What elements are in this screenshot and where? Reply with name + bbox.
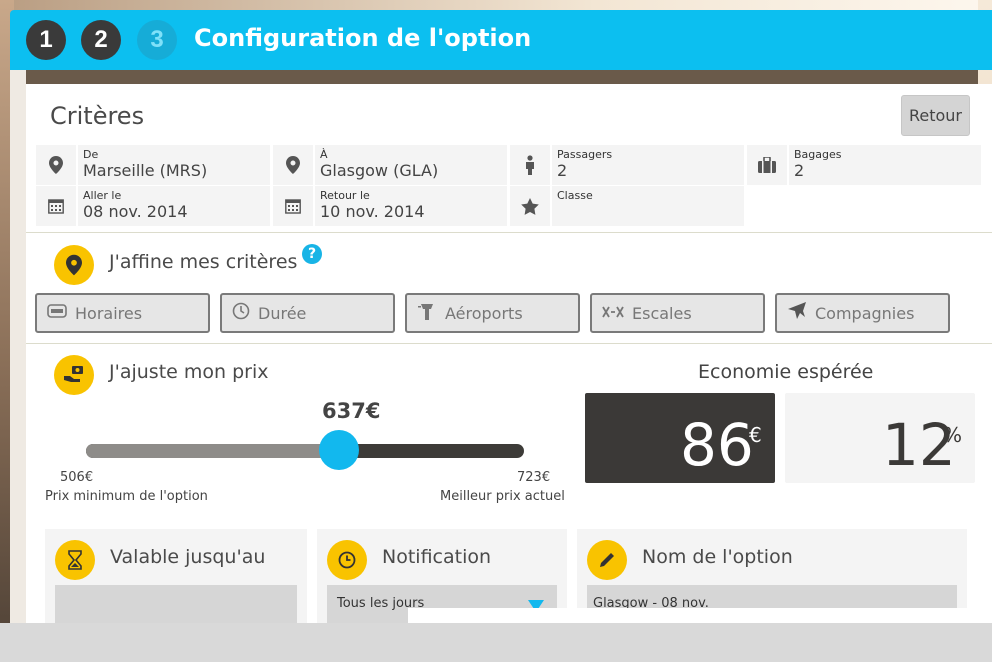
valid-until-title: Valable jusqu'au <box>110 546 266 568</box>
step-2-badge[interactable]: 2 <box>81 20 121 60</box>
savings-currency: € <box>749 423 762 447</box>
refine-title: J'affine mes critères <box>109 251 298 273</box>
price-slider-track[interactable] <box>86 444 524 458</box>
current-price-value: 637€ <box>322 399 381 423</box>
step-1-badge[interactable]: 1 <box>26 20 66 60</box>
return-date-field: Retour le 10 nov. 2014 <box>273 186 507 226</box>
filter-horaires-label: Horaires <box>75 303 143 323</box>
option-config-card: Critères Retour De Marseille (MRS) À Gla… <box>26 84 992 624</box>
class-label: Classe <box>557 189 593 202</box>
passengers-label: Passagers <box>557 148 613 161</box>
to-label: À <box>320 148 328 161</box>
location-pin-icon <box>273 145 313 185</box>
from-value: Marseille (MRS) <box>83 161 208 180</box>
step-header: 1 2 3 Configuration de l'option <box>10 10 992 70</box>
back-button[interactable]: Retour <box>901 95 970 136</box>
filter-duree-button[interactable]: Durée <box>220 293 395 333</box>
filter-compagnies-label: Compagnies <box>815 303 915 323</box>
airplane-icon <box>787 301 807 325</box>
savings-title: Economie espérée <box>698 361 874 383</box>
hourglass-icon <box>55 540 95 580</box>
min-price-value: 506€ <box>60 470 94 485</box>
section-divider <box>26 343 992 344</box>
filter-compagnies-button[interactable]: Compagnies <box>775 293 950 333</box>
calendar-icon <box>36 186 76 226</box>
page-title: Configuration de l'option <box>194 24 532 52</box>
star-icon <box>510 186 550 226</box>
location-pin-icon <box>54 245 94 285</box>
baggage-label: Bagages <box>794 148 842 161</box>
from-field: De Marseille (MRS) <box>36 145 270 185</box>
overlay-strip <box>408 608 992 623</box>
from-label: De <box>83 148 99 161</box>
savings-percent-sign: % <box>943 423 963 447</box>
savings-amount-box: 86 € <box>585 393 775 483</box>
baggage-field: Bagages 2 <box>747 145 981 185</box>
depart-date-field: Aller le 08 nov. 2014 <box>36 186 270 226</box>
help-icon[interactable]: ? <box>302 244 322 264</box>
filter-duree-label: Durée <box>258 303 307 323</box>
notification-title: Notification <box>382 546 492 568</box>
filter-escales-button[interactable]: Escales <box>590 293 765 333</box>
passengers-field: Passagers 2 <box>510 145 744 185</box>
max-price-value: 723€ <box>517 470 551 485</box>
filter-aeroports-label: Aéroports <box>445 303 523 323</box>
to-field: À Glasgow (GLA) <box>273 145 507 185</box>
min-price-label: Prix minimum de l'option <box>45 489 208 504</box>
option-name-title: Nom de l'option <box>642 546 793 568</box>
background-gutter <box>10 70 26 630</box>
filter-horaires-button[interactable]: Horaires <box>35 293 210 333</box>
suitcase-icon <box>747 145 787 185</box>
to-value: Glasgow (GLA) <box>320 161 439 180</box>
person-icon <box>510 145 550 185</box>
clock-schedule-icon <box>47 303 67 323</box>
return-label: Retour le <box>320 189 370 202</box>
criteria-title: Critères <box>50 102 145 130</box>
depart-label: Aller le <box>83 189 122 202</box>
price-slider-fill <box>86 444 340 458</box>
valid-until-panel: Valable jusqu'au <box>45 529 307 624</box>
passengers-value: 2 <box>557 161 568 180</box>
pencil-icon <box>587 540 627 580</box>
calendar-icon <box>273 186 313 226</box>
stopover-icon <box>602 304 624 323</box>
timer-icon <box>232 302 250 324</box>
valid-until-input[interactable] <box>55 585 297 623</box>
savings-amount-value: 86 <box>680 411 754 479</box>
filter-escales-label: Escales <box>632 303 692 323</box>
money-hand-icon <box>54 355 94 395</box>
location-pin-icon <box>36 145 76 185</box>
bottom-overlay-bar <box>0 623 992 662</box>
savings-percent-box: 12 % <box>785 393 975 483</box>
price-slider-handle[interactable] <box>319 430 360 470</box>
depart-value: 08 nov. 2014 <box>83 202 188 221</box>
baggage-value: 2 <box>794 161 805 180</box>
max-price-label: Meilleur prix actuel <box>440 489 565 504</box>
control-tower-icon <box>417 301 437 325</box>
price-title: J'ajuste mon prix <box>109 361 269 383</box>
clock-icon <box>327 540 367 580</box>
step-3-badge: 3 <box>137 20 177 60</box>
class-field: Classe <box>510 186 744 226</box>
return-value: 10 nov. 2014 <box>320 202 425 221</box>
filter-aeroports-button[interactable]: Aéroports <box>405 293 580 333</box>
section-divider <box>26 232 992 233</box>
